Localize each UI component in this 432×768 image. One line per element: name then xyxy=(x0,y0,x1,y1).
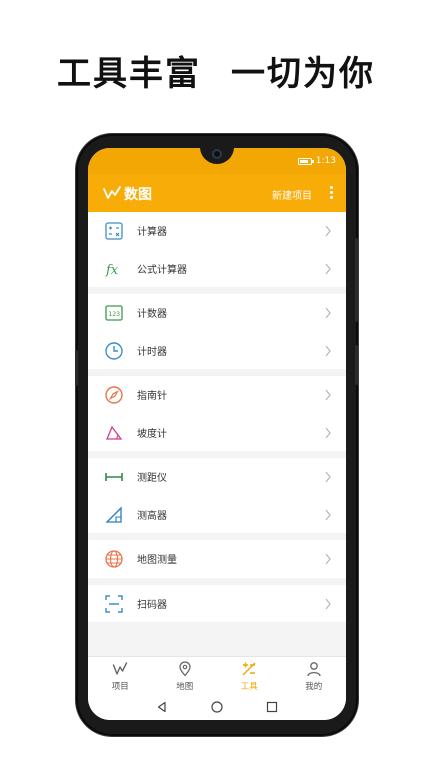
status-time: 1:13 xyxy=(315,156,336,166)
chevron-right-icon xyxy=(325,225,331,237)
tab-map[interactable]: 地图 xyxy=(153,657,218,696)
svg-text:123: 123 xyxy=(108,310,120,318)
tool-label: 测距仪 xyxy=(137,473,167,485)
ruler-icon xyxy=(105,473,123,481)
status-bar: 1:13 xyxy=(88,148,346,174)
chevron-right-icon xyxy=(325,598,331,609)
headline-right: 一切为你 xyxy=(231,54,375,94)
app-bar: 数图 新建项目 xyxy=(88,174,346,212)
scan-icon xyxy=(105,594,123,613)
tab-projects[interactable]: 项目 xyxy=(88,657,153,696)
chevron-right-icon xyxy=(325,345,331,356)
volume-button xyxy=(355,238,358,322)
tool-group: 测距仪 测高器 xyxy=(88,458,346,533)
tab-label: 工具 xyxy=(240,682,258,692)
tool-label: 计数器 xyxy=(137,309,167,321)
tool-item-calculator[interactable]: 计算器 xyxy=(88,212,346,250)
tool-label: 计算器 xyxy=(137,227,167,239)
slope-icon xyxy=(106,425,123,440)
tool-label: 坡度计 xyxy=(137,428,167,440)
side-key xyxy=(75,350,78,386)
tool-item-height[interactable]: 测高器 xyxy=(88,496,346,534)
tool-item-compass[interactable]: 指南针 xyxy=(88,376,346,414)
tool-group: 123 计数器 计时器 xyxy=(88,294,346,369)
power-button xyxy=(355,345,358,385)
tool-item-timer[interactable]: 计时器 xyxy=(88,332,346,370)
tool-item-scanner[interactable]: 扫码器 xyxy=(88,585,346,623)
tab-tools[interactable]: 工具 xyxy=(217,657,282,696)
chevron-right-icon xyxy=(325,427,331,438)
tab-label: 项目 xyxy=(111,682,129,692)
clock-icon xyxy=(105,341,123,360)
tool-label: 指南针 xyxy=(137,391,167,403)
headline: 工具丰富 一切为你 xyxy=(0,46,432,95)
compass-icon xyxy=(105,386,123,404)
calculator-icon xyxy=(105,222,123,240)
tool-label: 测高器 xyxy=(137,510,167,522)
chevron-right-icon xyxy=(325,509,331,520)
chevron-right-icon xyxy=(325,471,331,483)
home-icon[interactable] xyxy=(211,701,223,713)
tool-item-formula[interactable]: fx 公式计算器 xyxy=(88,250,346,288)
chevron-right-icon xyxy=(325,263,331,274)
back-icon[interactable] xyxy=(156,701,168,713)
tool-item-map-measure[interactable]: 地图测量 xyxy=(88,540,346,578)
tool-item-slope[interactable]: 坡度计 xyxy=(88,414,346,452)
system-navigation-bar xyxy=(88,696,346,720)
battery-icon xyxy=(297,157,314,165)
tool-label: 计时器 xyxy=(137,346,167,358)
tab-label: 地图 xyxy=(176,682,194,692)
tool-item-counter[interactable]: 123 计数器 xyxy=(88,294,346,332)
tool-label: 公式计算器 xyxy=(137,264,187,276)
map-pin-icon xyxy=(179,661,191,677)
more-menu-icon[interactable] xyxy=(328,185,334,201)
globe-icon xyxy=(105,550,123,568)
user-icon xyxy=(307,662,321,677)
app-title: 数图 xyxy=(124,187,152,203)
tool-item-rangefinder[interactable]: 测距仪 xyxy=(88,458,346,496)
formula-icon: fx xyxy=(105,263,119,278)
tool-group: 计算器 fx 公式计算器 xyxy=(88,212,346,287)
new-project-button[interactable]: 新建项目 xyxy=(272,187,312,202)
recents-icon[interactable] xyxy=(266,701,278,713)
headline-left: 工具丰富 xyxy=(57,54,201,94)
tab-mine[interactable]: 我的 xyxy=(282,657,347,696)
svg-text:fx: fx xyxy=(105,263,119,278)
chevron-right-icon xyxy=(325,307,331,319)
phone-screen: 1:13 数图 新建项目 计算器 fx 公式计算器 123 计数器 计时器 指南… xyxy=(88,148,346,720)
front-camera-notch xyxy=(200,148,234,164)
tools-icon xyxy=(242,662,256,676)
height-icon xyxy=(105,505,122,523)
tool-label: 扫码器 xyxy=(137,599,167,611)
tool-label: 地图测量 xyxy=(137,555,177,567)
tool-group: 指南针 坡度计 xyxy=(88,376,346,451)
tool-group: 地图测量 xyxy=(88,540,346,578)
chevron-right-icon xyxy=(325,389,331,401)
projects-icon xyxy=(113,662,128,675)
tab-label: 我的 xyxy=(305,682,323,692)
bottom-navigation: 项目 地图 工具 我的 xyxy=(88,656,346,696)
app-logo-icon xyxy=(103,186,121,199)
counter-icon: 123 xyxy=(105,305,123,321)
tool-list: 计算器 fx 公式计算器 123 计数器 计时器 指南针 坡度计 测距仪 测高器… xyxy=(88,212,346,656)
tool-group: 扫码器 xyxy=(88,584,346,623)
chevron-right-icon xyxy=(325,553,331,565)
